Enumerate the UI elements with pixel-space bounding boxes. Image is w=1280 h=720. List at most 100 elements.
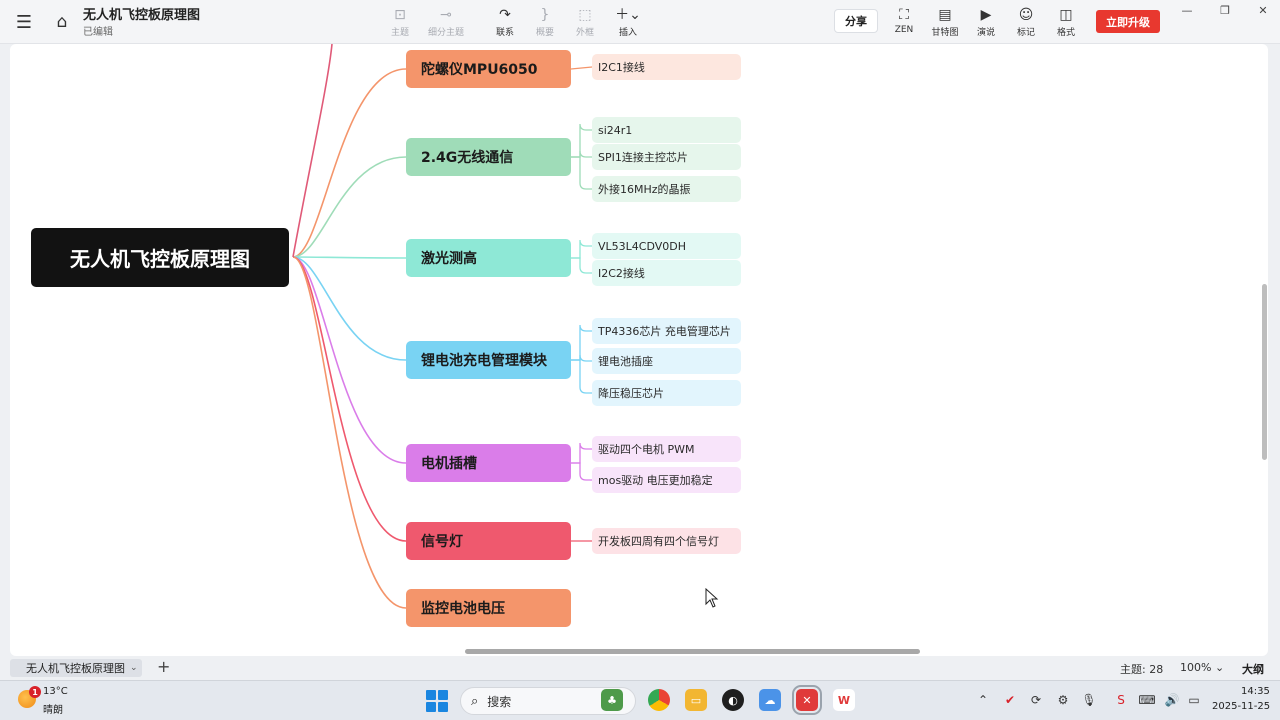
cloud-app-icon[interactable]: ☁: [759, 689, 781, 711]
relationship-icon: ↷: [499, 7, 511, 23]
input-method-icon[interactable]: S: [1112, 691, 1130, 709]
zoom-level[interactable]: 100% ⌄: [1180, 661, 1224, 674]
subtopic[interactable]: SPI1连接主控芯片: [592, 144, 741, 170]
subtopic[interactable]: 外接16MHz的晶振: [592, 176, 741, 202]
weather-description[interactable]: 晴朗: [43, 701, 63, 716]
leaf-connector: [571, 462, 592, 481]
boundary-icon: ⬚: [578, 7, 592, 23]
battery-icon[interactable]: ▭: [1185, 691, 1203, 709]
boundary-button[interactable]: ⬚ 外框: [563, 6, 607, 40]
share-button[interactable]: 分享: [834, 9, 878, 33]
leaf-connector: [571, 156, 592, 190]
branch-topic[interactable]: 锂电池充电管理模块: [406, 341, 571, 379]
subtopic[interactable]: I2C2接线: [592, 260, 741, 286]
branch-connector: [292, 44, 333, 258]
app-icon[interactable]: ◐: [722, 689, 744, 711]
branch-connector: [292, 68, 407, 258]
widgets-app-icon[interactable]: ♣: [601, 689, 623, 711]
mouse-cursor-icon: [705, 588, 719, 608]
subtopic[interactable]: VL53L4CDV0DH: [592, 233, 741, 259]
file-explorer-icon[interactable]: ▭: [685, 689, 707, 711]
chrome-icon[interactable]: [648, 689, 670, 711]
vertical-scrollbar[interactable]: [1262, 284, 1267, 460]
leaf-connector: [571, 239, 592, 259]
branch-topic[interactable]: 陀螺仪MPU6050: [406, 50, 571, 88]
outline-button[interactable]: 大纲: [1242, 661, 1264, 677]
keyboard-icon[interactable]: ⌨: [1138, 691, 1156, 709]
leaf-connector: [571, 324, 592, 361]
subtopic[interactable]: TP4336芯片 充电管理芯片: [592, 318, 741, 344]
subtopic-icon: ⊸: [440, 7, 452, 23]
subtopic[interactable]: 降压稳压芯片: [592, 380, 741, 406]
subtopic-button[interactable]: ⊸ 细分主题: [424, 6, 468, 40]
subtopic[interactable]: 开发板四周有四个信号灯: [592, 528, 741, 554]
subtopic[interactable]: 驱动四个电机 PWM: [592, 436, 741, 462]
summary-icon: }: [540, 7, 550, 23]
subtopic[interactable]: I2C1接线: [592, 54, 741, 80]
leaf-connector: [571, 150, 592, 158]
add-sheet-icon[interactable]: +: [157, 657, 170, 676]
branch-topic[interactable]: 监控电池电压: [406, 589, 571, 627]
search-icon: ⌕: [471, 693, 479, 709]
subtopic[interactable]: si24r1: [592, 117, 741, 143]
format-button[interactable]: ◫ 格式: [1044, 6, 1088, 40]
insert-icon: ＋⌄: [615, 7, 641, 23]
root-topic[interactable]: 无人机飞控板原理图: [31, 228, 289, 287]
top-toolbar: ☰ ⌂ 无人机飞控板原理图 已编辑 ⊡ 主题 ⊸ 细分主题 ↷ 联系 } 概要 …: [0, 0, 1280, 44]
horizontal-scrollbar[interactable]: [465, 649, 920, 654]
sheet-tab-label: 无人机飞控板原理图: [26, 662, 125, 675]
summary-button[interactable]: } 概要: [523, 6, 567, 40]
upgrade-button[interactable]: 立即升级: [1096, 10, 1160, 33]
tray-app-icon[interactable]: ✔: [1001, 691, 1019, 709]
format-icon: ◫: [1059, 7, 1073, 23]
chevron-up-icon[interactable]: ⌃: [974, 691, 992, 709]
xmind-app-icon[interactable]: ✕: [792, 685, 822, 715]
topic-button[interactable]: ⊡ 主题: [378, 6, 422, 40]
clock-time[interactable]: 14:35: [1241, 686, 1270, 697]
close-icon[interactable]: ✕: [1248, 2, 1278, 18]
topic-icon: ⊡: [394, 7, 406, 23]
sheet-tab[interactable]: 无人机飞控板原理图 ⌄: [10, 659, 142, 677]
home-icon[interactable]: ⌂: [50, 10, 74, 34]
topic-count: 主题: 28: [1120, 663, 1164, 676]
branch-topic[interactable]: 电机插槽: [406, 444, 571, 482]
minimize-icon[interactable]: —: [1172, 2, 1202, 18]
branch-connector: [292, 256, 407, 259]
sync-icon[interactable]: ⟳: [1027, 691, 1045, 709]
leaf-connector: [571, 442, 592, 464]
branch-topic[interactable]: 2.4G无线通信: [406, 138, 571, 176]
branch-topic[interactable]: 激光测高: [406, 239, 571, 277]
status-bar: 无人机飞控板原理图 ⌄ + 主题: 28 100% ⌄ 大纲: [0, 656, 1280, 680]
chevron-down-icon[interactable]: ⌄: [130, 663, 138, 673]
document-title[interactable]: 无人机飞控板原理图: [83, 4, 200, 23]
mindmap-canvas[interactable]: 无人机飞控板原理图 陀螺仪MPU6050 I2C1接线 2.4G无线通信 si24r1…: [10, 44, 1268, 656]
zen-icon: ⛶: [899, 7, 909, 23]
menu-icon[interactable]: ☰: [12, 10, 36, 34]
windows-taskbar: 1 13°C 晴朗 ⌕ 搜索 ♣ ▭ ◐ ☁ ✕ W ⌃ ✔ ⟳ ⚙ 🎙 S ⌨…: [0, 680, 1280, 720]
weather-temperature[interactable]: 13°C: [43, 686, 68, 697]
save-status: 已编辑: [83, 27, 113, 38]
volume-icon[interactable]: 🔊: [1163, 691, 1181, 709]
present-button[interactable]: ▶ 演说: [964, 6, 1008, 40]
insert-button[interactable]: ＋⌄ 插入: [606, 6, 650, 40]
relationship-button[interactable]: ↷ 联系: [483, 6, 527, 40]
restore-icon[interactable]: ❐: [1210, 2, 1240, 18]
marker-button[interactable]: ☺ 标记: [1004, 6, 1048, 40]
settings-tray-icon[interactable]: ⚙: [1054, 691, 1072, 709]
branch-topic[interactable]: 信号灯: [406, 522, 571, 560]
leaf-connector: [571, 257, 592, 274]
leaf-connector: [570, 66, 593, 70]
subtopic[interactable]: mos驱动 电压更加稳定: [592, 467, 741, 493]
windows-start-icon[interactable]: [426, 690, 448, 712]
microphone-icon[interactable]: 🎙: [1080, 691, 1098, 709]
subtopic[interactable]: 锂电池插座: [592, 348, 741, 374]
wps-app-icon[interactable]: W: [833, 689, 855, 711]
branch-connector: [292, 256, 407, 361]
gantt-icon: ▤: [938, 7, 952, 23]
marker-icon: ☺: [1018, 7, 1034, 23]
leaf-connector: [571, 123, 592, 158]
clock-date[interactable]: 2025-11-25: [1212, 701, 1270, 712]
zen-button[interactable]: ⛶ ZEN: [882, 6, 926, 40]
present-icon: ▶: [980, 7, 992, 23]
gantt-button[interactable]: ▤ 甘特图: [923, 6, 967, 40]
